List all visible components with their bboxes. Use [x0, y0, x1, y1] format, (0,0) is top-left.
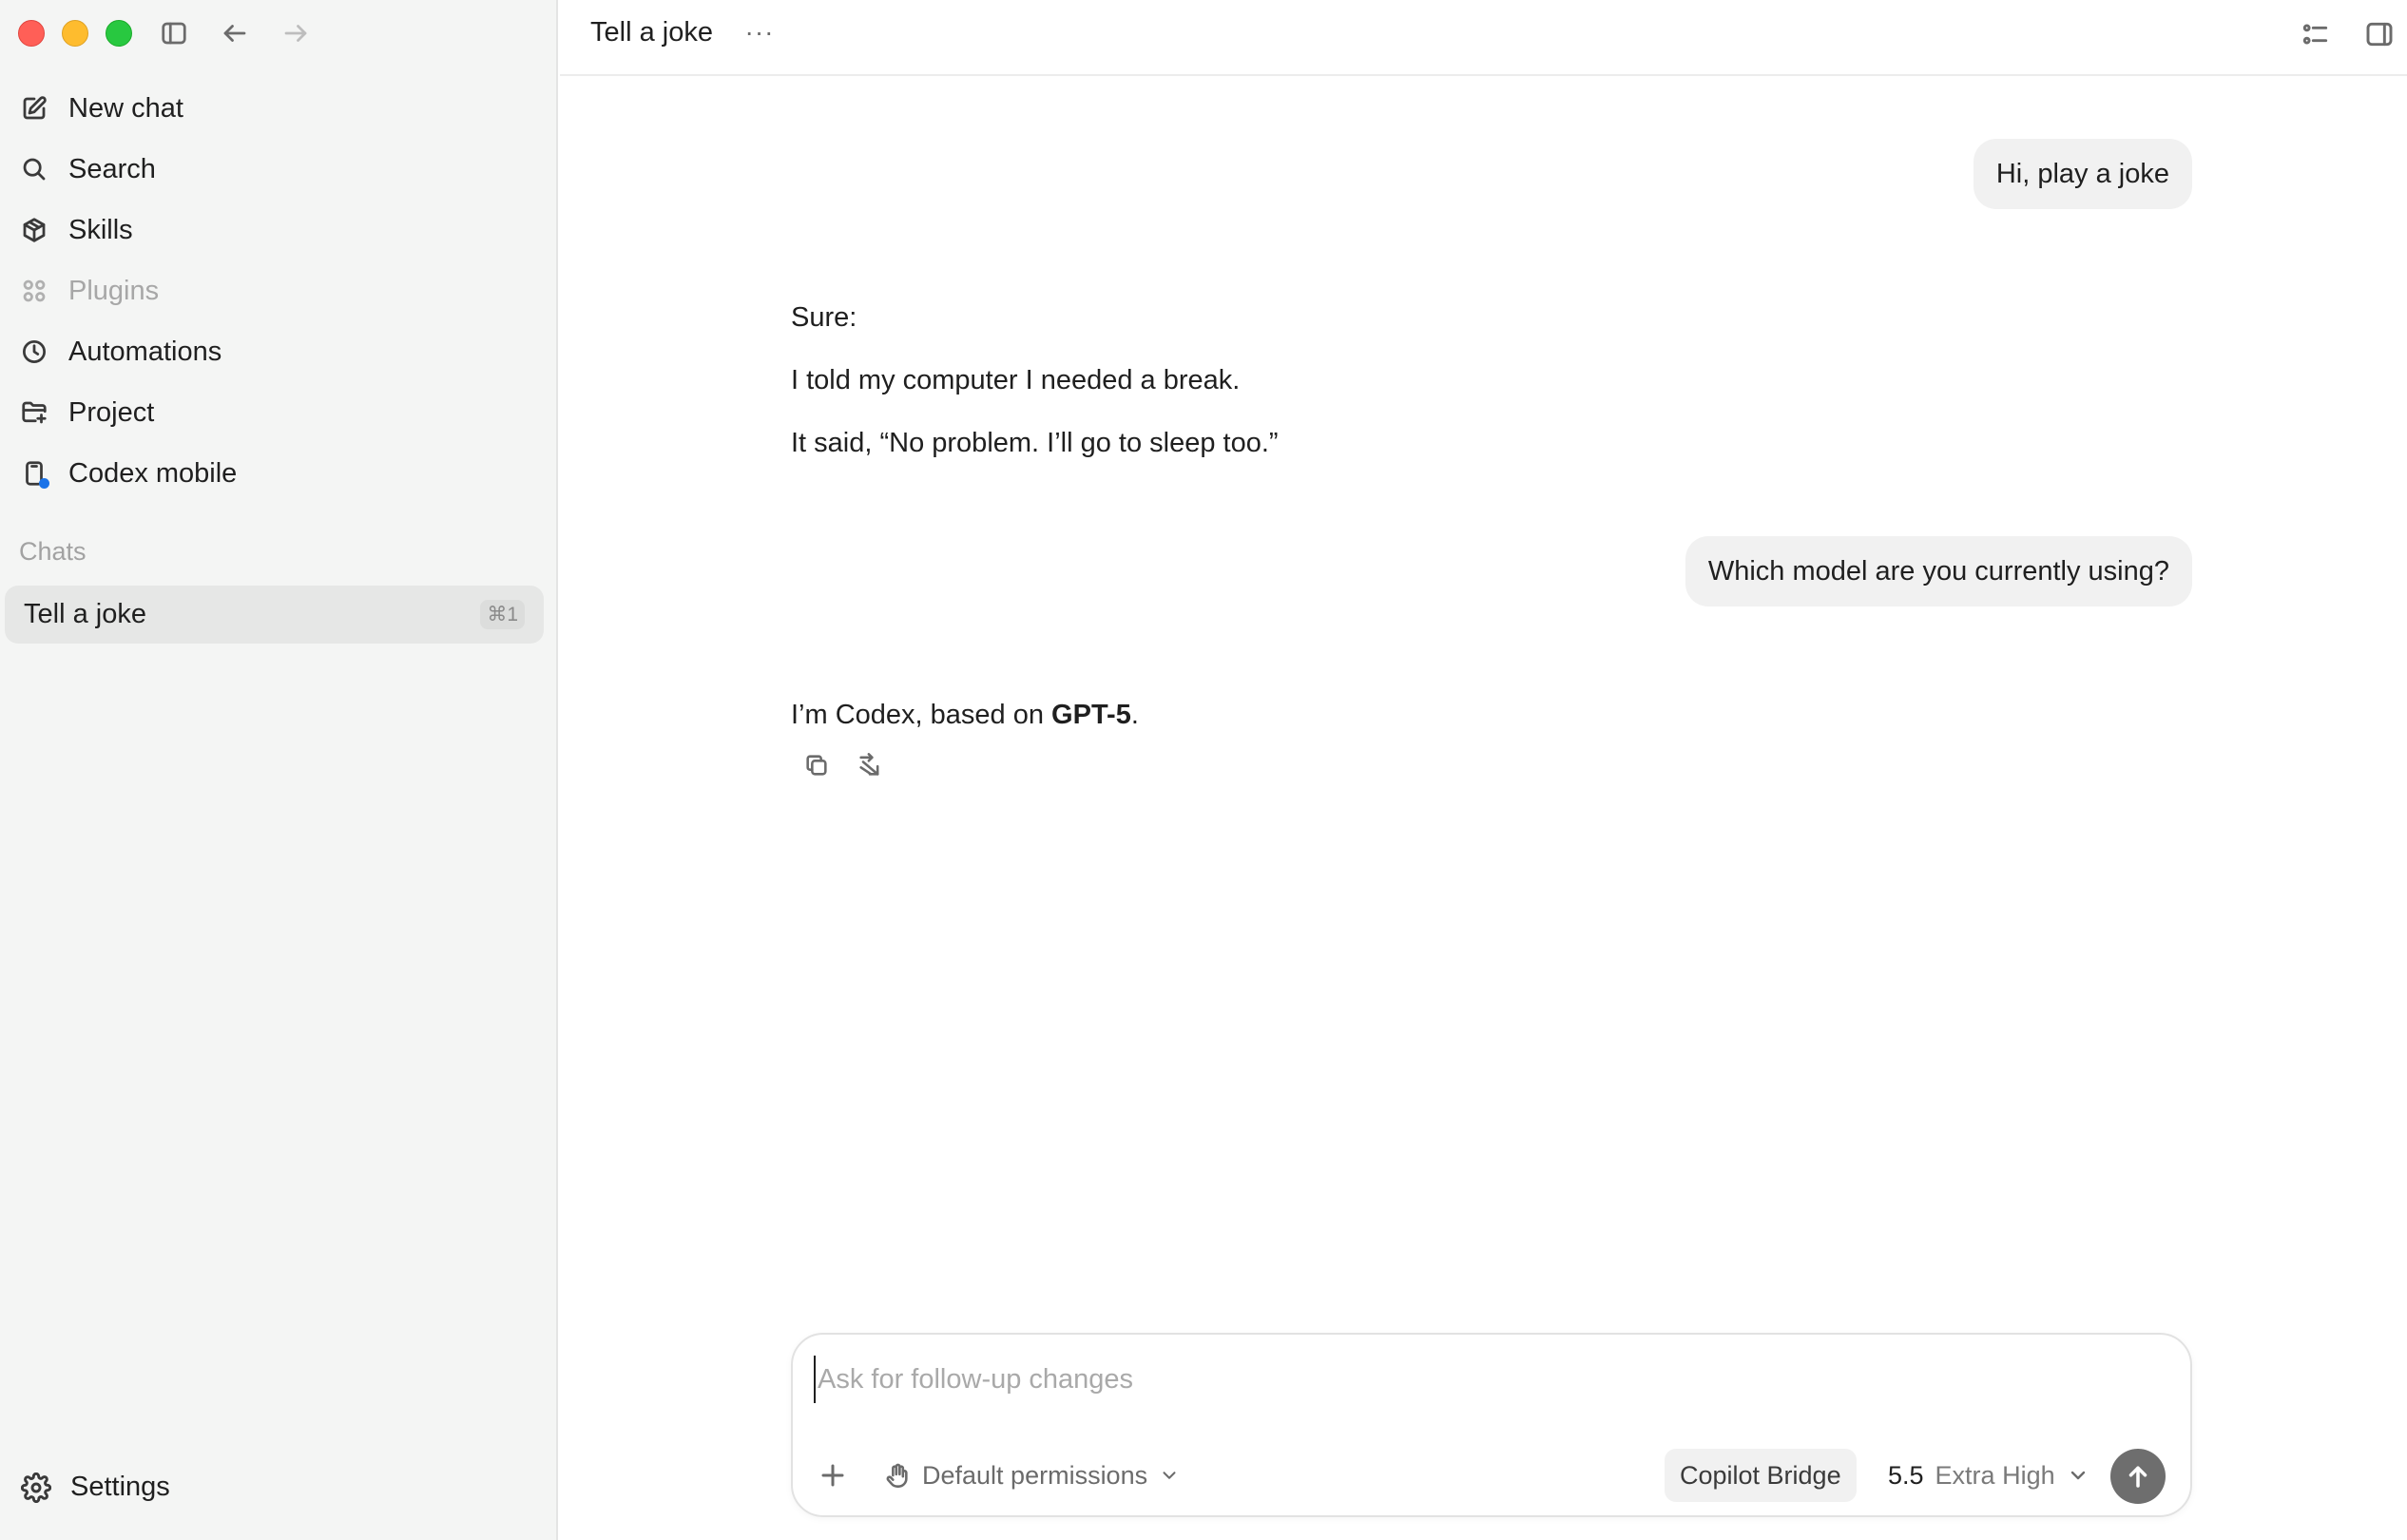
assistant-text-line: It said, “No problem. I’ll go to sleep t…: [791, 428, 1279, 458]
sidebar-nav: New chat Search Skills Plugins Automatio…: [0, 78, 558, 504]
sidebar: New chat Search Skills Plugins Automatio…: [0, 0, 558, 1540]
settings-button[interactable]: Settings: [21, 1472, 170, 1503]
plus-icon: [821, 1464, 844, 1487]
toggle-right-panel-icon[interactable]: [2360, 15, 2398, 53]
sidebar-item-automations[interactable]: Automations: [0, 321, 558, 382]
clock-icon: [19, 337, 49, 367]
composer: Default permissions Copilot Bridge 5.5 E…: [791, 1333, 2192, 1517]
close-window-button[interactable]: [18, 20, 45, 47]
assistant-text: .: [1130, 700, 1139, 730]
sidebar-item-skills[interactable]: Skills: [0, 200, 558, 260]
chat-title: Tell a joke: [590, 17, 713, 48]
app-window: New chat Search Skills Plugins Automatio…: [0, 0, 2407, 1540]
assistant-text: I’m Codex, based on: [791, 700, 1052, 730]
assistant-text-line: Sure:: [791, 302, 857, 333]
chevron-down-icon: [1163, 1472, 1176, 1479]
back-arrow-icon[interactable]: [217, 15, 253, 51]
keyboard-shortcut-badge: ⌘1: [480, 600, 525, 629]
permissions-dropdown[interactable]: Default permissions: [884, 1456, 1180, 1494]
chat-list-item[interactable]: Tell a joke ⌘1: [5, 586, 544, 644]
chat-header: Tell a joke ···: [560, 0, 2407, 76]
fork-icon[interactable]: [854, 749, 886, 781]
model-version: 5.5: [1888, 1460, 1924, 1490]
permissions-label: Default permissions: [922, 1460, 1148, 1490]
phone-icon: [19, 458, 49, 489]
sidebar-item-project[interactable]: Project: [0, 382, 558, 443]
settings-label: Settings: [70, 1472, 170, 1502]
maximize-window-button[interactable]: [106, 20, 132, 47]
chat-list-item-title: Tell a joke: [24, 599, 146, 629]
sidebar-item-search[interactable]: Search: [0, 139, 558, 200]
forward-arrow-icon[interactable]: [278, 15, 314, 51]
reasoning-effort: Extra High: [1935, 1460, 2055, 1490]
add-attachment-button[interactable]: [814, 1456, 852, 1494]
assistant-text-line: I told my computer I needed a break.: [791, 365, 1241, 395]
new-chat-icon: [19, 93, 49, 124]
sidebar-item-label: Plugins: [68, 275, 160, 306]
model-selector[interactable]: 5.5 Extra High: [1888, 1456, 2089, 1494]
minimize-window-button[interactable]: [62, 20, 88, 47]
user-message: Which model are you currently using?: [1685, 536, 2192, 606]
sidebar-item-label: Search: [68, 153, 156, 184]
sidebar-item-plugins[interactable]: Plugins: [0, 260, 558, 321]
message-actions: [800, 749, 886, 781]
skills-icon: [19, 215, 49, 245]
chats-section-label: Chats: [19, 537, 87, 566]
assistant-message: Sure: I told my computer I needed a brea…: [791, 300, 1279, 489]
toggle-sidebar-icon[interactable]: [156, 15, 192, 51]
task-list-icon[interactable]: [2297, 15, 2335, 53]
user-message: Hi, play a joke: [1973, 139, 2192, 209]
sidebar-item-label: Project: [68, 396, 155, 428]
search-icon: [19, 154, 49, 184]
notification-dot: [39, 478, 49, 489]
follow-up-input[interactable]: [814, 1356, 2164, 1403]
gear-icon: [21, 1472, 51, 1503]
copilot-bridge-chip[interactable]: Copilot Bridge: [1665, 1449, 1857, 1502]
window-controls: [18, 20, 132, 47]
plugins-icon: [19, 276, 49, 306]
arrow-up-icon: [2128, 1466, 2147, 1488]
folder-plus-icon: [19, 397, 49, 428]
main-panel: Tell a joke ··· Hi, play a joke Sure: I …: [560, 0, 2407, 1540]
assistant-text-bold: GPT-5: [1051, 700, 1131, 730]
chevron-down-icon: [2070, 1471, 2085, 1480]
more-options-button[interactable]: ···: [739, 13, 780, 51]
hand-icon: [886, 1463, 908, 1488]
sidebar-item-new-chat[interactable]: New chat: [0, 78, 558, 139]
sidebar-item-label: New chat: [68, 92, 183, 124]
copy-icon[interactable]: [800, 749, 833, 781]
send-button[interactable]: [2110, 1449, 2166, 1504]
sidebar-item-label: Automations: [68, 336, 222, 367]
sidebar-item-label: Skills: [68, 214, 133, 245]
sidebar-item-codex-mobile[interactable]: Codex mobile: [0, 443, 558, 504]
sidebar-item-label: Codex mobile: [68, 457, 238, 489]
